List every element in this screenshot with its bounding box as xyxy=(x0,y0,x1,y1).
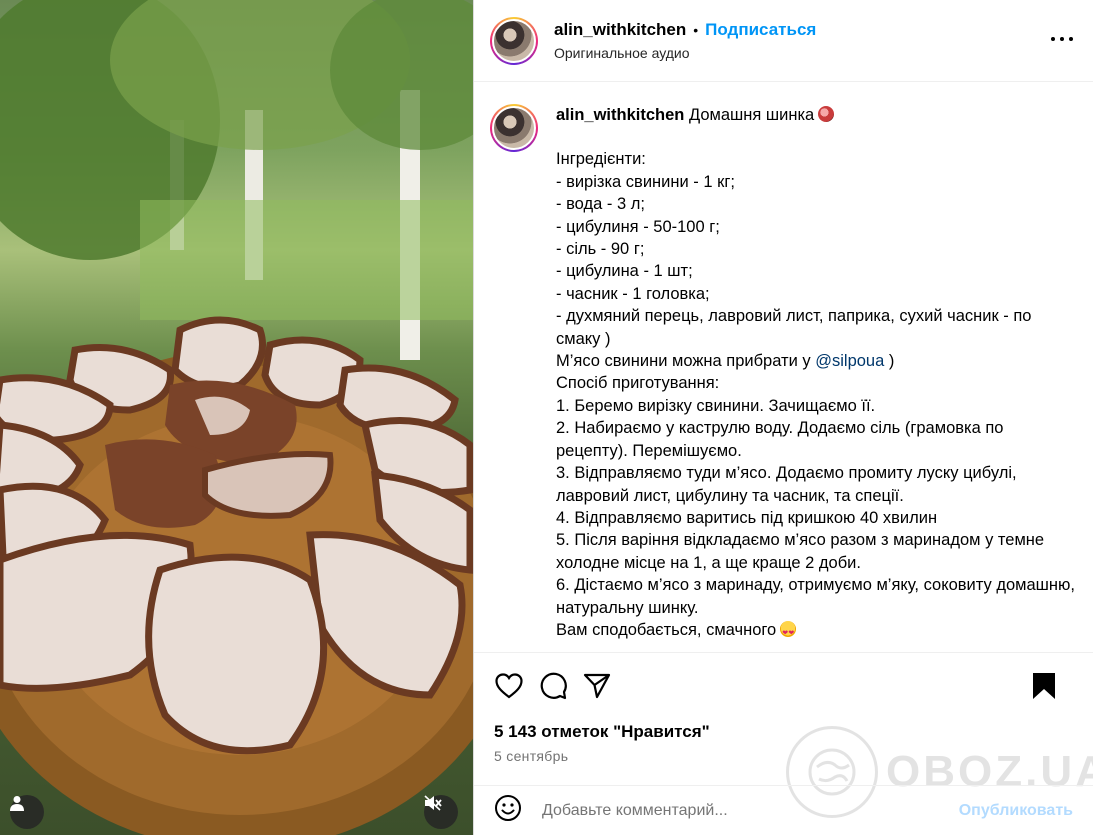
more-horizontal-icon[interactable] xyxy=(1051,28,1073,50)
caption-username-link[interactable]: alin_withkitchen xyxy=(556,106,684,124)
publish-button[interactable]: Опубликовать xyxy=(959,802,1073,820)
user-tag-icon[interactable] xyxy=(10,795,44,829)
username-link[interactable]: alin_withkitchen xyxy=(554,20,686,40)
action-bar xyxy=(494,668,1073,704)
mention-suffix: ) xyxy=(884,352,895,371)
closing-text: Вам сподобається, смачного xyxy=(556,620,777,639)
method-line: Спосіб приготування: xyxy=(556,374,720,393)
heart-eyes-emoji-icon xyxy=(780,620,797,645)
ingredient-line: - сіль - 90 г; xyxy=(556,240,645,259)
divider xyxy=(474,652,1093,653)
separator-dot: • xyxy=(693,22,699,38)
mention-link[interactable]: @silpoua xyxy=(815,352,884,370)
post-modal: alin_withkitchen • Подписаться Оригиналь… xyxy=(0,0,1093,835)
method-line: 3. Відправляємо туди м’ясо. Додаємо пром… xyxy=(556,464,1017,505)
post-details-panel: alin_withkitchen • Подписаться Оригиналь… xyxy=(473,0,1093,835)
caption-section: alin_withkitchen Домашня шинка Інгредієн… xyxy=(490,104,1077,652)
header-text: alin_withkitchen • Подписаться Оригиналь… xyxy=(554,20,816,61)
bookmark-icon[interactable] xyxy=(1029,671,1059,701)
avatar-image xyxy=(492,106,536,150)
mention-line: М’ясо свинини можна прибрати у @silpoua … xyxy=(556,350,1076,372)
ingredient-line: - часник - 1 головка; xyxy=(556,284,710,303)
ingredient-line: - вода - 3 л; xyxy=(556,195,645,214)
ingredient-line: Інгредієнти: xyxy=(556,150,646,169)
smiley-icon[interactable] xyxy=(494,794,522,827)
caption-text: alin_withkitchen Домашня шинка Інгредієн… xyxy=(556,104,1076,652)
comment-icon[interactable] xyxy=(538,671,568,701)
header-line: alin_withkitchen • Подписаться xyxy=(554,20,816,40)
mention-prefix: М’ясо свинини можна прибрати у xyxy=(556,352,816,371)
ingredient-line: - вирізка свинини - 1 кг; xyxy=(556,172,735,191)
caption-title: Домашня шинка xyxy=(688,106,815,124)
ingredient-line: - цибулиня - 50-100 г; xyxy=(556,217,720,236)
ingredient-line: - духмяний перець, лавровий лист, паприк… xyxy=(556,307,1032,348)
heart-icon[interactable] xyxy=(494,671,524,701)
audio-link[interactable]: Оригинальное аудио xyxy=(554,45,816,61)
closing-line: Вам сподобається, смачного xyxy=(556,619,1076,645)
method-line: 5. Після варіння відкладаємо м’ясо разом… xyxy=(556,531,1045,572)
share-icon[interactable] xyxy=(582,671,612,701)
video-frame-illustration xyxy=(0,0,473,835)
method-line: 6. Дістаємо м’ясо з маринаду, отримуємо … xyxy=(556,576,1075,617)
method-line: 4. Відправляємо варитись під кришкою 40 … xyxy=(556,508,938,527)
caption-title-line: alin_withkitchen Домашня шинка xyxy=(556,104,1076,126)
speaker-muted-icon[interactable] xyxy=(424,795,458,829)
comment-bar: Опубликовать xyxy=(474,785,1093,835)
method-line: 2. Набираємо у каструлю воду. Додаємо сі… xyxy=(556,419,1004,460)
comment-input[interactable] xyxy=(542,801,959,820)
post-video[interactable] xyxy=(0,0,473,835)
post-date[interactable]: 5 сентябрь xyxy=(494,748,568,764)
method-line: 1. Беремо вирізку свинини. Зачищаємо її. xyxy=(556,396,876,415)
meat-emoji-icon xyxy=(818,106,835,122)
avatar-image xyxy=(492,18,536,63)
caption-avatar[interactable] xyxy=(490,104,538,152)
post-header: alin_withkitchen • Подписаться Оригиналь… xyxy=(474,0,1093,82)
likes-count[interactable]: 5 143 отметок "Нравится" xyxy=(494,722,710,742)
ingredient-line: - цибулина - 1 шт; xyxy=(556,262,693,281)
avatar[interactable] xyxy=(490,16,538,65)
follow-button[interactable]: Подписаться xyxy=(705,20,816,40)
